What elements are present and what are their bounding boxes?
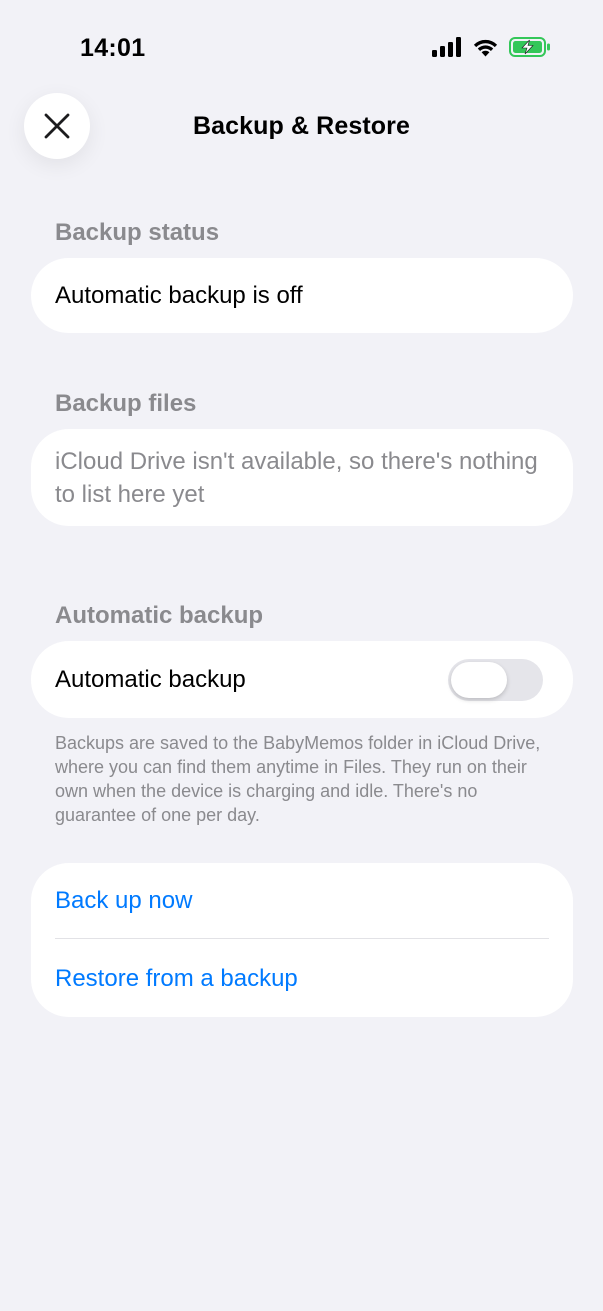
page-title: Backup & Restore bbox=[193, 112, 410, 140]
automatic-backup-label: Automatic backup bbox=[55, 666, 246, 693]
backup-actions-card: Back up now Restore from a backup bbox=[31, 863, 573, 1017]
back-up-now-button[interactable]: Back up now bbox=[55, 887, 192, 915]
toggle-knob bbox=[451, 662, 507, 698]
status-bar: 14:01 bbox=[0, 0, 603, 96]
wifi-icon bbox=[473, 39, 498, 57]
backup-files-card: iCloud Drive isn't available, so there's… bbox=[31, 429, 573, 526]
status-time: 14:01 bbox=[80, 34, 146, 62]
status-icons bbox=[432, 37, 551, 57]
signal-icon bbox=[432, 37, 461, 57]
section-header-backup-files: Backup files bbox=[55, 390, 197, 417]
battery-charging-icon bbox=[509, 37, 550, 57]
section-header-backup-status: Backup status bbox=[55, 219, 220, 246]
section-header-automatic-backup: Automatic backup bbox=[55, 602, 264, 629]
divider bbox=[55, 938, 549, 939]
backup-status-card: Automatic backup is off bbox=[31, 258, 573, 333]
automatic-backup-card: Automatic backup bbox=[31, 641, 573, 718]
restore-from-backup-button[interactable]: Restore from a backup bbox=[55, 965, 298, 993]
backup-status-value: Automatic backup is off bbox=[55, 282, 303, 309]
automatic-backup-footer: Backups are saved to the BabyMemos folde… bbox=[55, 733, 541, 825]
backup-files-empty-message: iCloud Drive isn't available, so there's… bbox=[55, 448, 538, 508]
automatic-backup-toggle[interactable] bbox=[448, 659, 543, 701]
